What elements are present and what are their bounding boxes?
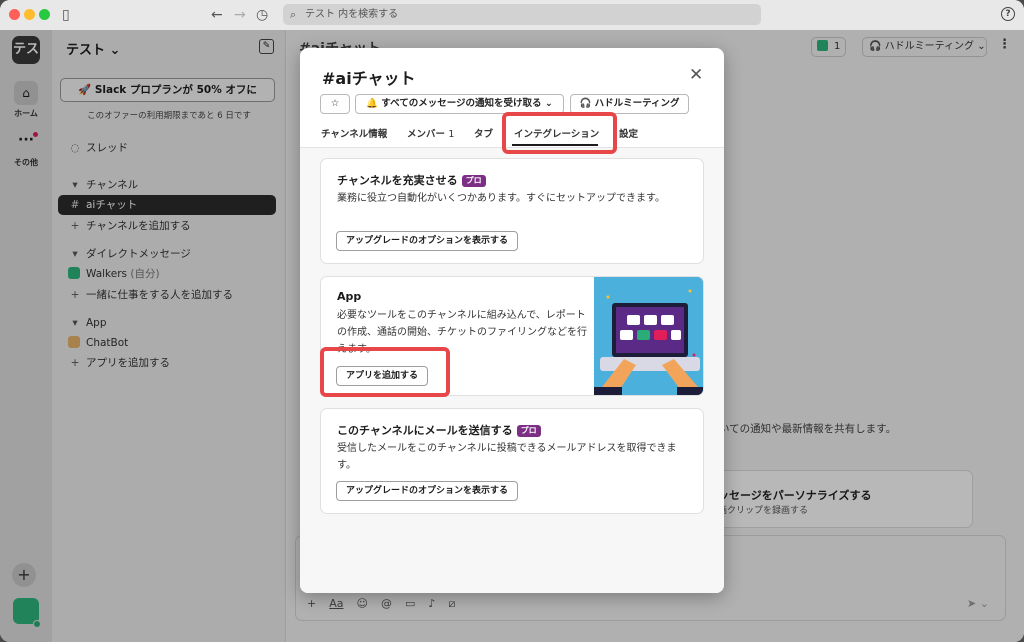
- tab-settings[interactable]: 設定: [619, 126, 638, 140]
- tab-members-count: 1: [448, 129, 455, 140]
- tab-members[interactable]: メンバー 1: [407, 126, 454, 140]
- search-icon: ⌕: [290, 8, 297, 21]
- modal-huddle-label: ハドルミーティング: [594, 98, 680, 109]
- app-card-title: App: [337, 290, 362, 303]
- title-bar: ▯ ← → ◷ ⌕ テスト 内を検索する ?: [0, 0, 1024, 30]
- slack-window: ▯ ← → ◷ ⌕ テスト 内を検索する ? テス ⌂ ホーム ··· その他 …: [0, 0, 1024, 642]
- tab-members-label: メンバー: [407, 129, 446, 140]
- close-icon[interactable]: ✕: [689, 66, 703, 84]
- app-illustration: [594, 277, 703, 395]
- enrich-card-title: チャンネルを充実させる プロ: [337, 172, 486, 188]
- laptop-illustration: [594, 277, 703, 395]
- star-icon: ☆: [330, 98, 340, 109]
- minimize-window-button[interactable]: [24, 9, 35, 20]
- tab-channel-info[interactable]: チャンネル情報: [321, 126, 387, 140]
- tab-tabs[interactable]: タブ: [474, 126, 493, 140]
- notification-label: すべてのメッセージの通知を受け取る: [381, 98, 542, 109]
- modal-huddle-button[interactable]: 🎧 ハドルミーティング: [570, 94, 689, 114]
- pro-badge: プロ: [516, 425, 541, 437]
- upgrade-options-button[interactable]: アップグレードのオプションを表示する: [336, 231, 519, 251]
- modal-title: #aiチャット: [322, 69, 416, 88]
- help-icon[interactable]: ?: [1001, 7, 1015, 21]
- bell-icon: 🔔: [366, 98, 378, 109]
- star-button[interactable]: ☆: [320, 94, 350, 114]
- search-placeholder: テスト 内を検索する: [305, 9, 399, 20]
- zoom-window-button[interactable]: [39, 9, 50, 20]
- notification-button[interactable]: 🔔 すべてのメッセージの通知を受け取る ⌄: [355, 94, 564, 114]
- email-card-desc: 受信したメールをこのチャンネルに投稿できるメールアドレスを取得できます。: [337, 443, 677, 471]
- enrich-card-desc: 業務に役立つ自動化がいくつかあります。すぐにセットアップできます。: [337, 193, 665, 204]
- close-window-button[interactable]: [9, 9, 20, 20]
- back-arrow-icon[interactable]: ←: [211, 6, 223, 24]
- pro-badge: プロ: [461, 175, 486, 187]
- upgrade-options-button[interactable]: アップグレードのオプションを表示する: [336, 481, 519, 501]
- enrich-card-title-text: チャンネルを充実させる: [337, 174, 458, 187]
- forward-arrow-icon[interactable]: →: [234, 6, 246, 24]
- enrich-channel-card: チャンネルを充実させる プロ 業務に役立つ自動化がいくつかあります。すぐにセットア…: [320, 158, 704, 264]
- add-app-button-highlight: [320, 347, 450, 397]
- headphones-icon: 🎧: [579, 98, 592, 109]
- email-card-title-text: このチャンネルにメールを送信する: [337, 424, 513, 437]
- integrations-tab-highlight: [502, 112, 617, 154]
- history-clock-icon[interactable]: ◷: [256, 6, 268, 24]
- email-card-title: このチャンネルにメールを送信する プロ: [337, 422, 541, 438]
- email-channel-card: このチャンネルにメールを送信する プロ 受信したメールをこのチャンネルに投稿できる…: [320, 408, 704, 514]
- sidebar-toggle-icon[interactable]: ▯: [62, 6, 70, 24]
- search-input[interactable]: ⌕ テスト 内を検索する: [283, 4, 761, 25]
- channel-details-modal: #aiチャット ✕ ☆ 🔔 すべてのメッセージの通知を受け取る ⌄ 🎧 ハドルミ…: [300, 48, 724, 593]
